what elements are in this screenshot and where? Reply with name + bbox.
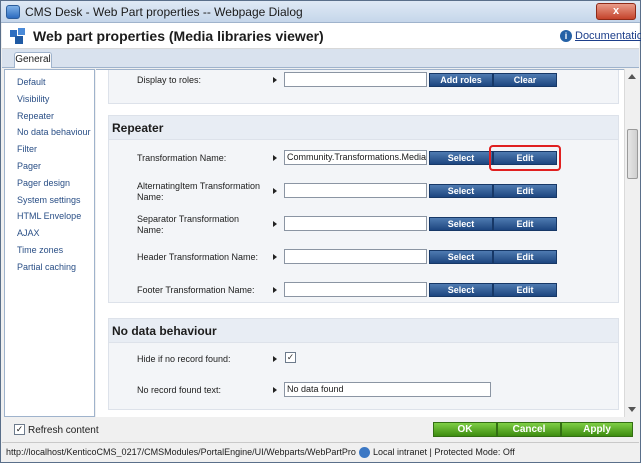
edit-highlight (489, 145, 561, 171)
separator-transformation-input[interactable] (284, 216, 427, 231)
scroll-down-icon[interactable] (628, 407, 636, 412)
hide-if-no-record-checkbox[interactable]: ✓ (285, 352, 296, 363)
tab-strip: General (2, 49, 639, 68)
separator-select-button[interactable]: Select (429, 217, 493, 231)
transformation-name-label: Transformation Name: (137, 153, 227, 163)
sidebar-item-ajax[interactable]: AJAX (17, 228, 40, 238)
scroll-up-icon[interactable] (628, 74, 636, 79)
info-icon[interactable]: i (560, 30, 572, 42)
sidebar-item-no-data-behaviour[interactable]: No data behaviour (17, 127, 91, 137)
app-icon (6, 5, 20, 19)
transformation-select-button[interactable]: Select (429, 151, 493, 165)
header-transformation-input[interactable] (284, 249, 427, 264)
page-title: Web part properties (Media libraries vie… (33, 28, 324, 44)
status-bar: http://localhost/KenticoCMS_0217/CMSModu… (2, 442, 639, 462)
scroll-thumb[interactable] (627, 129, 638, 179)
header-edit-button[interactable]: Edit (493, 250, 557, 264)
sidebar-item-repeater[interactable]: Repeater (17, 111, 54, 121)
security-zone: Local intranet | Protected Mode: Off (373, 447, 515, 457)
display-to-roles-label: Display to roles: (137, 75, 202, 85)
sidebar-item-time-zones[interactable]: Time zones (17, 245, 63, 255)
visibility-panel: Display to roles: Add roles Clear (108, 70, 619, 104)
footer-transformation-input[interactable] (284, 282, 427, 297)
alternating-edit-button[interactable]: Edit (493, 184, 557, 198)
arrow-icon (273, 287, 277, 293)
add-roles-button[interactable]: Add roles (429, 73, 493, 87)
alternating-select-button[interactable]: Select (429, 184, 493, 198)
ok-button[interactable]: OK (433, 422, 497, 437)
cancel-button[interactable]: Cancel (497, 422, 561, 437)
header-transformation-label: Header Transformation Name: (137, 252, 259, 262)
display-to-roles-input[interactable] (284, 72, 427, 87)
properties-pane: Display to roles: Add roles Clear Repeat… (96, 69, 639, 417)
arrow-icon (273, 221, 277, 227)
alternating-transformation-input[interactable] (284, 183, 427, 198)
dialog-window: CMS Desk - Web Part properties -- Webpag… (0, 0, 641, 463)
no-data-panel: No data behaviour Hide if no record foun… (108, 318, 619, 410)
globe-icon (359, 447, 370, 458)
arrow-icon (273, 155, 277, 161)
sidebar-item-pager[interactable]: Pager (17, 161, 41, 171)
refresh-content-checkbox[interactable]: ✓ (14, 424, 25, 435)
sidebar-item-default[interactable]: Default (17, 77, 46, 87)
arrow-icon (273, 387, 277, 393)
repeater-title: Repeater (112, 121, 164, 135)
window-title: CMS Desk - Web Part properties -- Webpag… (25, 5, 303, 19)
separator-transformation-label: Separator Transformation Name: (137, 214, 240, 235)
sidebar-item-partial-caching[interactable]: Partial caching (17, 262, 76, 272)
status-url: http://localhost/KenticoCMS_0217/CMSModu… (6, 447, 356, 457)
arrow-icon (273, 254, 277, 260)
tab-general[interactable]: General (14, 52, 52, 68)
title-bar: CMS Desk - Web Part properties -- Webpag… (1, 1, 640, 23)
hide-if-no-record-label: Hide if no record found: (137, 354, 231, 364)
documentation-link[interactable]: Documentation (575, 30, 641, 42)
no-record-text-input[interactable]: No data found (284, 382, 491, 397)
separator-edit-button[interactable]: Edit (493, 217, 557, 231)
dialog-header: Web part properties (Media libraries vie… (2, 23, 641, 49)
footer-transformation-label: Footer Transformation Name: (137, 285, 255, 295)
sidebar: Default Visibility Repeater No data beha… (4, 69, 95, 417)
transformation-name-input[interactable]: Community.Transformations.MediaLib (284, 150, 427, 165)
sidebar-item-pager-design[interactable]: Pager design (17, 178, 70, 188)
clear-button[interactable]: Clear (493, 73, 557, 87)
arrow-icon (273, 188, 277, 194)
refresh-content-label: Refresh content (28, 425, 99, 436)
apply-button[interactable]: Apply (561, 422, 633, 437)
repeater-panel: Repeater Transformation Name: Community.… (108, 115, 619, 303)
webpart-icon (10, 28, 25, 44)
alternating-transformation-label: AlternatingItem Transformation Name: (137, 181, 261, 202)
arrow-icon (273, 356, 277, 362)
dialog-footer: ✓ Refresh content OK Cancel Apply (2, 419, 639, 441)
no-data-title: No data behaviour (112, 324, 217, 338)
sidebar-item-filter[interactable]: Filter (17, 144, 37, 154)
header-select-button[interactable]: Select (429, 250, 493, 264)
no-data-header: No data behaviour (109, 319, 618, 343)
repeater-header: Repeater (109, 116, 618, 140)
vertical-scrollbar[interactable] (624, 69, 639, 417)
no-record-text-label: No record found text: (137, 385, 222, 395)
sidebar-item-system-settings[interactable]: System settings (17, 195, 81, 205)
arrow-icon (273, 77, 277, 83)
sidebar-item-visibility[interactable]: Visibility (17, 94, 49, 104)
footer-edit-button[interactable]: Edit (493, 283, 557, 297)
footer-select-button[interactable]: Select (429, 283, 493, 297)
close-window-button[interactable]: x (596, 3, 636, 20)
sidebar-item-html-envelope[interactable]: HTML Envelope (17, 211, 81, 221)
